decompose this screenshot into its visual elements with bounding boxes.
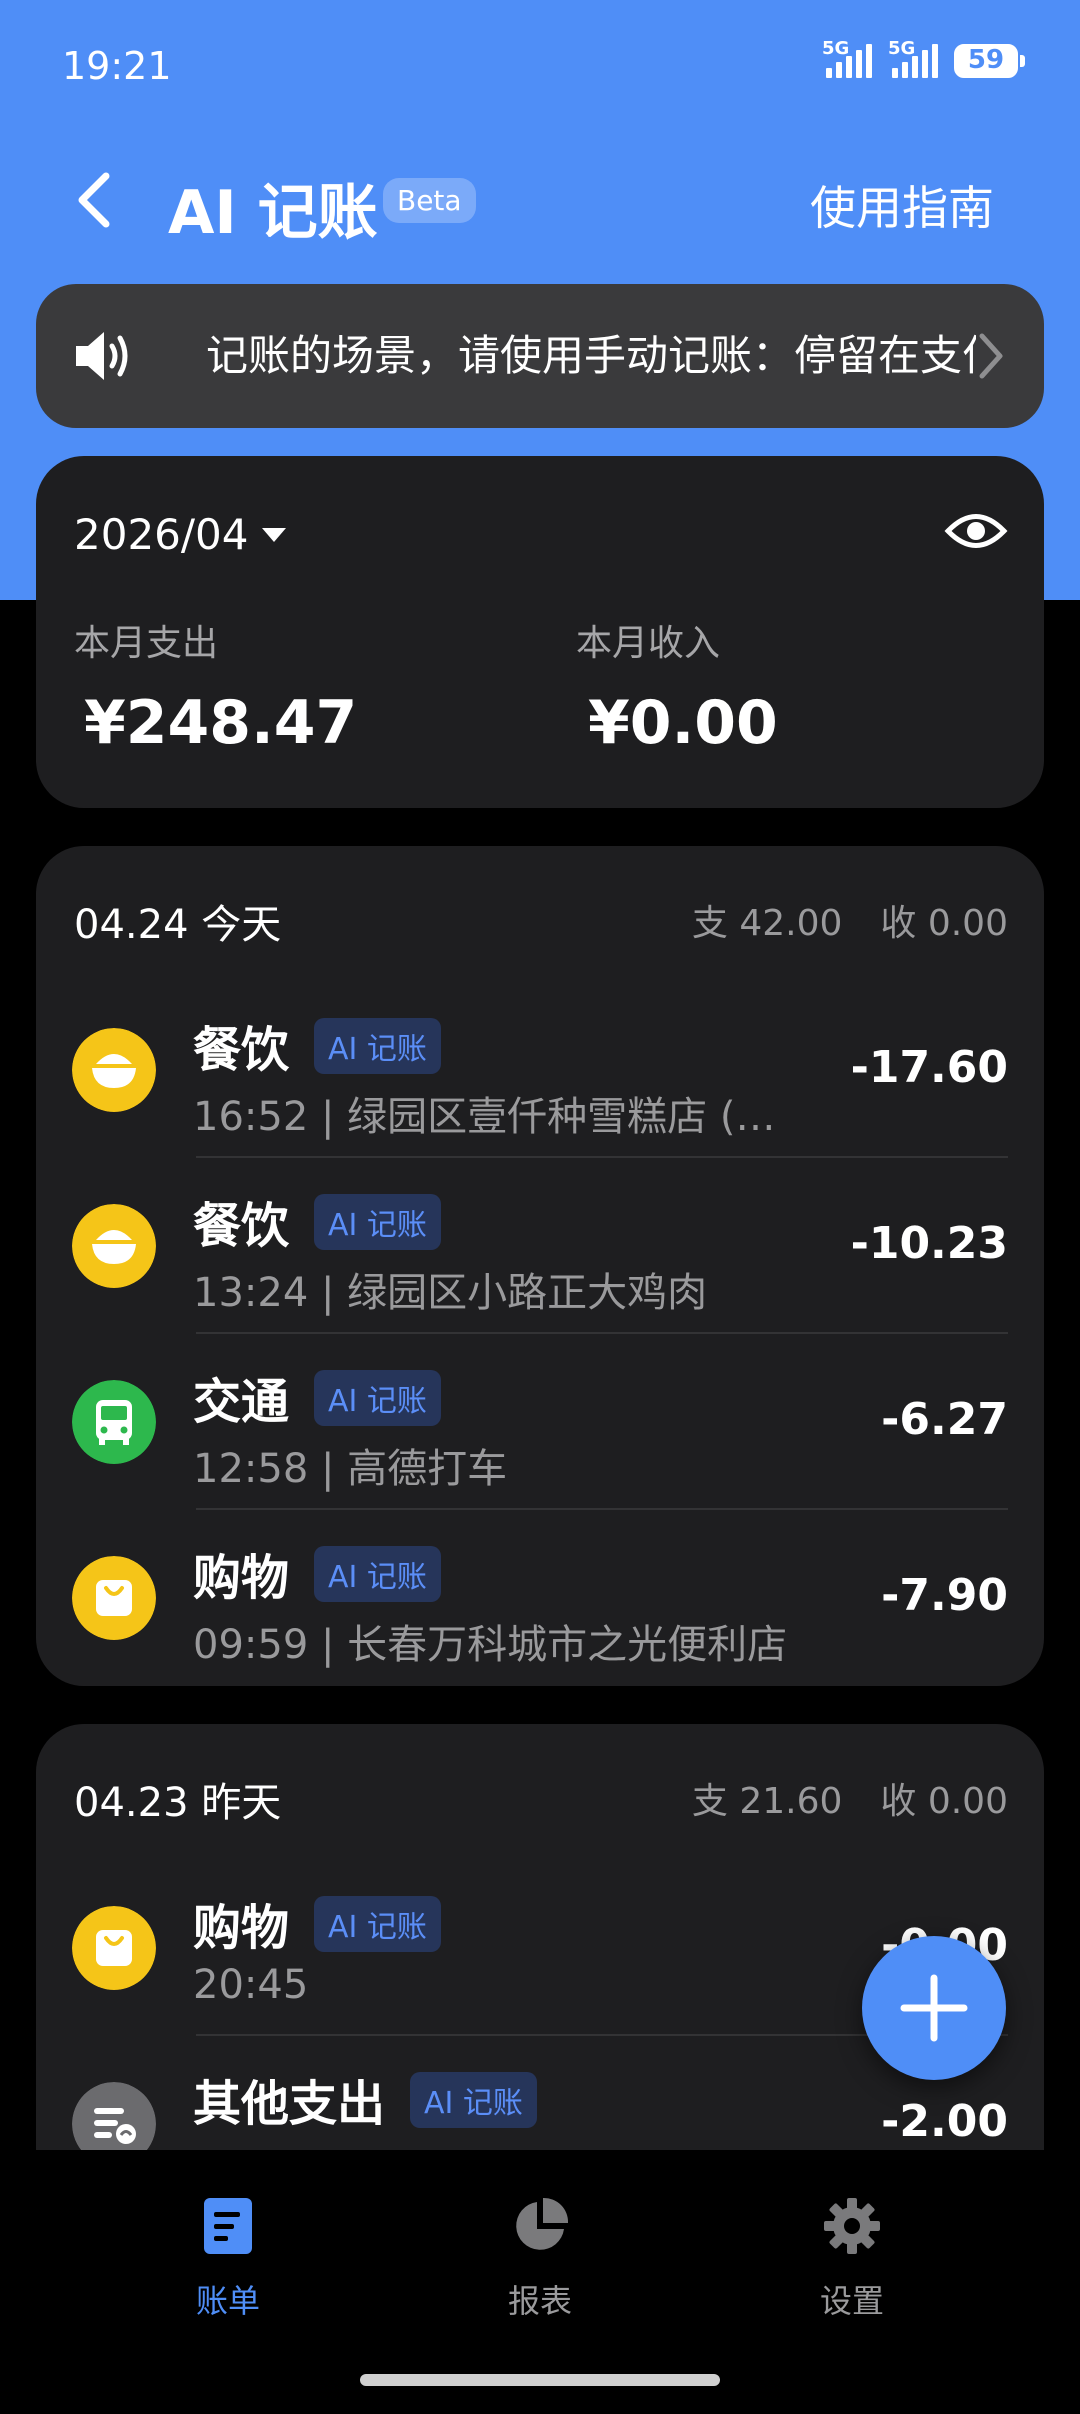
status-bar: 19:21 5G 5G 59 xyxy=(0,0,1080,130)
tab-label: 设置 xyxy=(819,2282,884,2320)
category-name: 其他支出 xyxy=(193,2076,386,2132)
transaction-row[interactable]: 餐饮 AI 记账 13:24 | 绿园区小路正大鸡肉 -10.23 xyxy=(36,1158,1044,1334)
category-name: 交通 xyxy=(193,1374,290,1430)
page-title: AI 记账 xyxy=(168,178,378,248)
day-income-total: 收 0.00 xyxy=(880,1781,1008,1822)
transaction-detail: 12:58 | 高德打车 xyxy=(193,1446,508,1492)
day-group-card: 04.24 今天 支 42.00 收 0.00 餐饮 AI 记账 16:52 | … xyxy=(36,846,1044,1686)
category-name: 购物 xyxy=(193,1550,290,1606)
expense-label: 本月支出 xyxy=(74,623,219,664)
category-name: 餐饮 xyxy=(193,1022,290,1078)
dropdown-triangle-icon xyxy=(262,527,287,542)
transaction-detail: 09:59 | 长春万科城市之光便利店 xyxy=(193,1622,788,1668)
category-name: 餐饮 xyxy=(193,1198,290,1254)
transaction-detail: 13:24 | 绿园区小路正大鸡肉 xyxy=(193,1270,708,1316)
usage-guide-link[interactable]: 使用指南 xyxy=(810,172,994,238)
notice-banner[interactable]: 记账的场景，请使用手动记账：停留在支付 xyxy=(36,284,1044,428)
transaction-amount: -2.00 xyxy=(881,2096,1008,2147)
chevron-right-icon xyxy=(979,333,1003,379)
day-income-total: 收 0.00 xyxy=(880,903,1008,944)
plus-icon xyxy=(900,1974,968,2042)
home-indicator[interactable] xyxy=(360,2374,720,2386)
add-record-button[interactable] xyxy=(862,1936,1006,2080)
transaction-amount: -17.60 xyxy=(850,1042,1008,1093)
day-totals: 支 42.00 收 0.00 xyxy=(692,894,1008,946)
ai-tag: AI 记账 xyxy=(314,1546,441,1602)
back-icon[interactable] xyxy=(70,170,120,230)
transaction-amount: -10.23 xyxy=(850,1218,1008,1269)
income-value: ¥0.00 xyxy=(588,688,778,758)
expense-value: ¥248.47 xyxy=(84,688,358,758)
tab-label: 报表 xyxy=(507,2282,572,2320)
category-name: 购物 xyxy=(193,1900,290,1956)
bowl-icon xyxy=(72,1204,156,1288)
bowl-icon xyxy=(72,1028,156,1112)
ai-tag: AI 记账 xyxy=(410,2072,537,2128)
shopping-bag-icon xyxy=(72,1906,156,1990)
bus-icon xyxy=(72,1380,156,1464)
day-date: 04.23 昨天 xyxy=(74,1780,282,1826)
app-header: AI 记账 Beta 使用指南 xyxy=(0,150,1080,250)
day-totals: 支 21.60 收 0.00 xyxy=(692,1772,1008,1824)
day-expense-total: 支 42.00 xyxy=(691,903,843,944)
transaction-row[interactable]: 餐饮 AI 记账 16:52 | 绿园区壹仟种雪糕店 (个... -17.60 xyxy=(36,982,1044,1158)
month-value: 2026/04 xyxy=(74,510,249,559)
signal-icon: 5G xyxy=(822,38,872,78)
pie-chart-icon xyxy=(516,2197,569,2250)
transaction-amount: -6.27 xyxy=(881,1394,1008,1445)
ai-tag: AI 记账 xyxy=(314,1018,441,1074)
notice-text: 记账的场景，请使用手动记账：停留在支付 xyxy=(206,331,976,380)
transaction-detail: 20:45 xyxy=(193,1962,309,2008)
bill-icon xyxy=(204,2198,252,2254)
signal-icon: 5G xyxy=(888,38,938,78)
transaction-detail: 16:52 | 绿园区壹仟种雪糕店 (个... xyxy=(193,1094,793,1140)
eye-icon[interactable] xyxy=(944,506,1008,556)
day-expense-total: 支 21.60 xyxy=(691,1781,843,1822)
battery-icon: 59 xyxy=(954,44,1025,78)
day-date: 04.24 今天 xyxy=(74,902,282,948)
tab-reports[interactable]: 报表 xyxy=(440,2196,640,2322)
tab-bills[interactable]: 账单 xyxy=(128,2196,328,2322)
transaction-row[interactable]: 交通 AI 记账 12:58 | 高德打车 -6.27 xyxy=(36,1334,1044,1510)
tab-settings[interactable]: 设置 xyxy=(752,2196,952,2322)
income-label: 本月收入 xyxy=(576,623,721,664)
beta-badge: Beta xyxy=(383,178,476,223)
status-icons: 5G 5G 59 xyxy=(822,38,1025,78)
monthly-summary-card: 2026/04 本月支出 ¥248.47 本月收入 ¥0.00 xyxy=(36,456,1044,808)
tab-label: 账单 xyxy=(195,2282,260,2320)
transaction-row[interactable]: 购物 AI 记账 09:59 | 长春万科城市之光便利店 -7.90 xyxy=(36,1510,1044,1686)
ai-tag: AI 记账 xyxy=(314,1896,441,1952)
ai-tag: AI 记账 xyxy=(314,1370,441,1426)
speaker-icon xyxy=(76,332,128,380)
shopping-bag-icon xyxy=(72,1556,156,1640)
month-selector[interactable]: 2026/04 xyxy=(74,510,287,559)
gear-icon xyxy=(824,2198,880,2254)
transaction-amount: -7.90 xyxy=(881,1570,1008,1621)
status-time: 19:21 xyxy=(62,44,172,88)
ai-tag: AI 记账 xyxy=(314,1194,441,1250)
